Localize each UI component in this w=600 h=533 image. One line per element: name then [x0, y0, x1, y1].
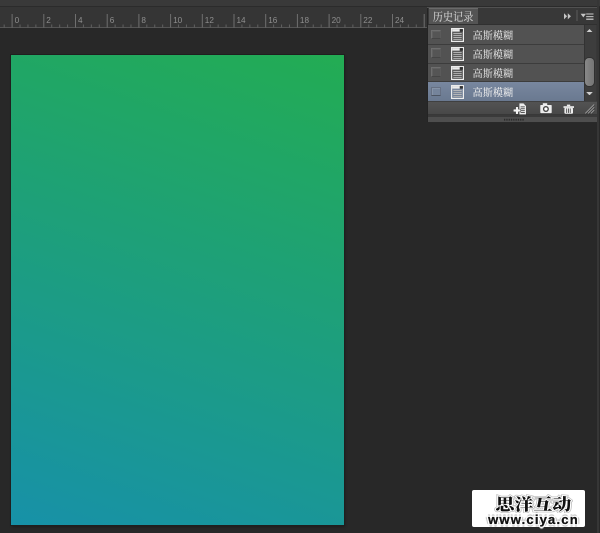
- svg-text:16: 16: [268, 16, 278, 25]
- svg-text:2: 2: [46, 16, 51, 25]
- svg-text:0: 0: [15, 16, 20, 25]
- svg-text:24: 24: [395, 16, 405, 25]
- svg-text:18: 18: [300, 16, 310, 25]
- svg-text:6: 6: [110, 16, 115, 25]
- svg-text:4: 4: [78, 16, 83, 25]
- svg-text:8: 8: [141, 16, 146, 25]
- svg-text:20: 20: [332, 16, 342, 25]
- svg-text:10: 10: [173, 16, 183, 25]
- svg-text:12: 12: [205, 16, 215, 25]
- svg-text:22: 22: [363, 16, 373, 25]
- svg-text:14: 14: [237, 16, 247, 25]
